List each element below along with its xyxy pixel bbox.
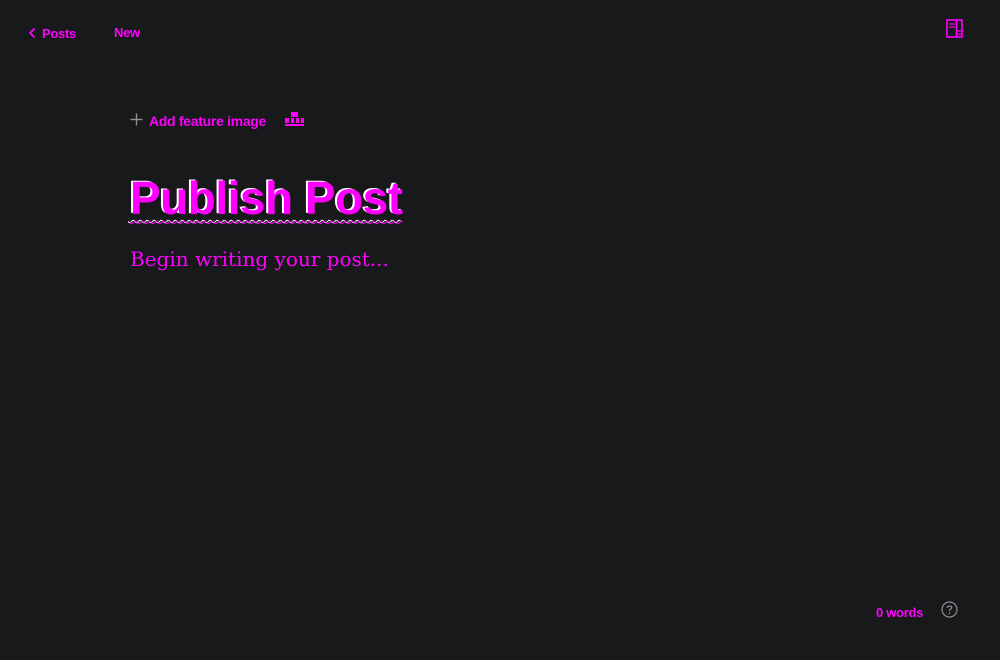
sidebar-panel-icon [945,19,963,43]
snippet-card-button[interactable] [284,111,305,132]
back-to-posts-link[interactable]: Posts [28,24,76,42]
help-button[interactable] [940,601,958,623]
post-status-label: New [114,25,140,40]
snippet-card-icon [284,111,305,132]
sidebar-toggle-button[interactable] [944,19,964,43]
post-editor: Add feature image Publish Post Begin wri… [130,108,870,274]
plus-icon [130,113,143,129]
question-circle-icon [940,601,958,623]
editor-topbar: Posts New [0,0,1000,64]
word-count: 0 words [876,605,924,620]
add-feature-image-button[interactable]: Add feature image [130,113,266,129]
post-title-text: Publish Post [130,172,403,224]
post-title-input[interactable]: Publish Post [130,170,870,226]
chevron-left-icon [28,28,36,38]
post-body-placeholder: Begin writing your post... [130,247,389,271]
add-feature-image-label: Add feature image [149,113,267,129]
back-link-label: Posts [42,25,76,41]
feature-image-row: Add feature image [130,108,870,134]
post-body-editor[interactable]: Begin writing your post... [130,244,870,274]
